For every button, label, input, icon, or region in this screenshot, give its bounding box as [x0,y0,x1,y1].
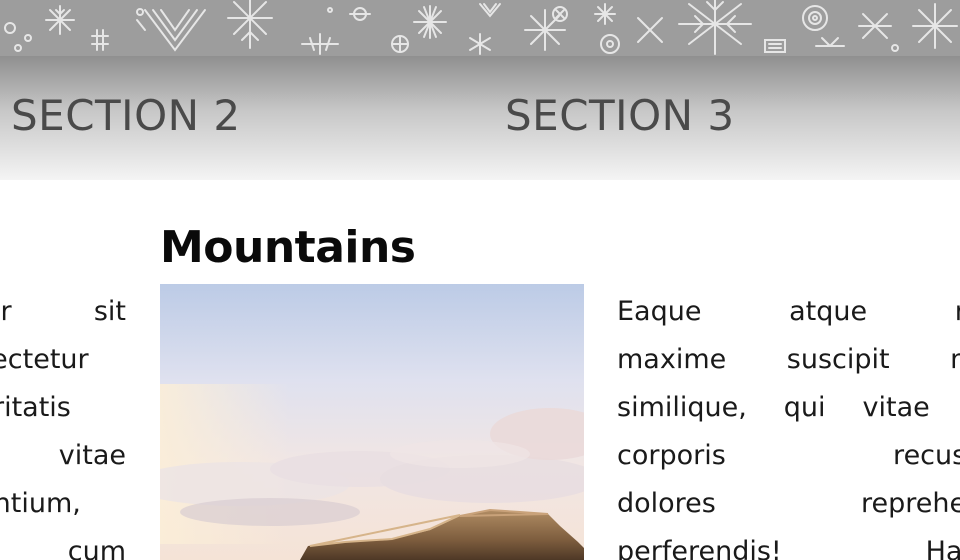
right-text-line: Eaque atque ratio [617,296,960,327]
decorative-banner [0,0,960,56]
article-title: Mountains [160,222,416,273]
main-content: olor sit nsectetur Veritatis in vitae da… [0,180,960,560]
left-text-line: in vitae [0,440,126,471]
left-text-line: dantium, [0,488,81,519]
nav-link-section-3[interactable]: SECTION 3 [505,92,735,140]
mountain-photo-image [160,284,584,560]
page: SECTION 2 SECTION 3 olor sit nsectetur V… [0,0,960,560]
nav-link-section-2[interactable]: SECTION 2 [11,92,241,140]
left-text-line: Veritatis [0,392,71,423]
main-navigation: SECTION 2 SECTION 3 [0,56,960,180]
right-text-line: corporis recusand [617,440,960,471]
left-text-column: olor sit nsectetur Veritatis in vitae da… [0,288,126,560]
right-text-line: similique, qui vitae ean [617,392,960,423]
right-text-column: Eaque atque ratio maxime suscipit maio s… [617,288,960,560]
left-text-line: nsectetur [0,344,89,375]
right-text-line: perferendis! Harum [617,536,960,560]
left-text-line: e cum [0,536,126,560]
snowflake-pattern-icon [4,0,958,55]
right-text-line: maxime suscipit maio [617,344,960,375]
right-text-line: dolores reprehende [617,488,960,519]
left-text-line: olor sit [0,296,126,327]
mountain-photo [160,284,584,560]
